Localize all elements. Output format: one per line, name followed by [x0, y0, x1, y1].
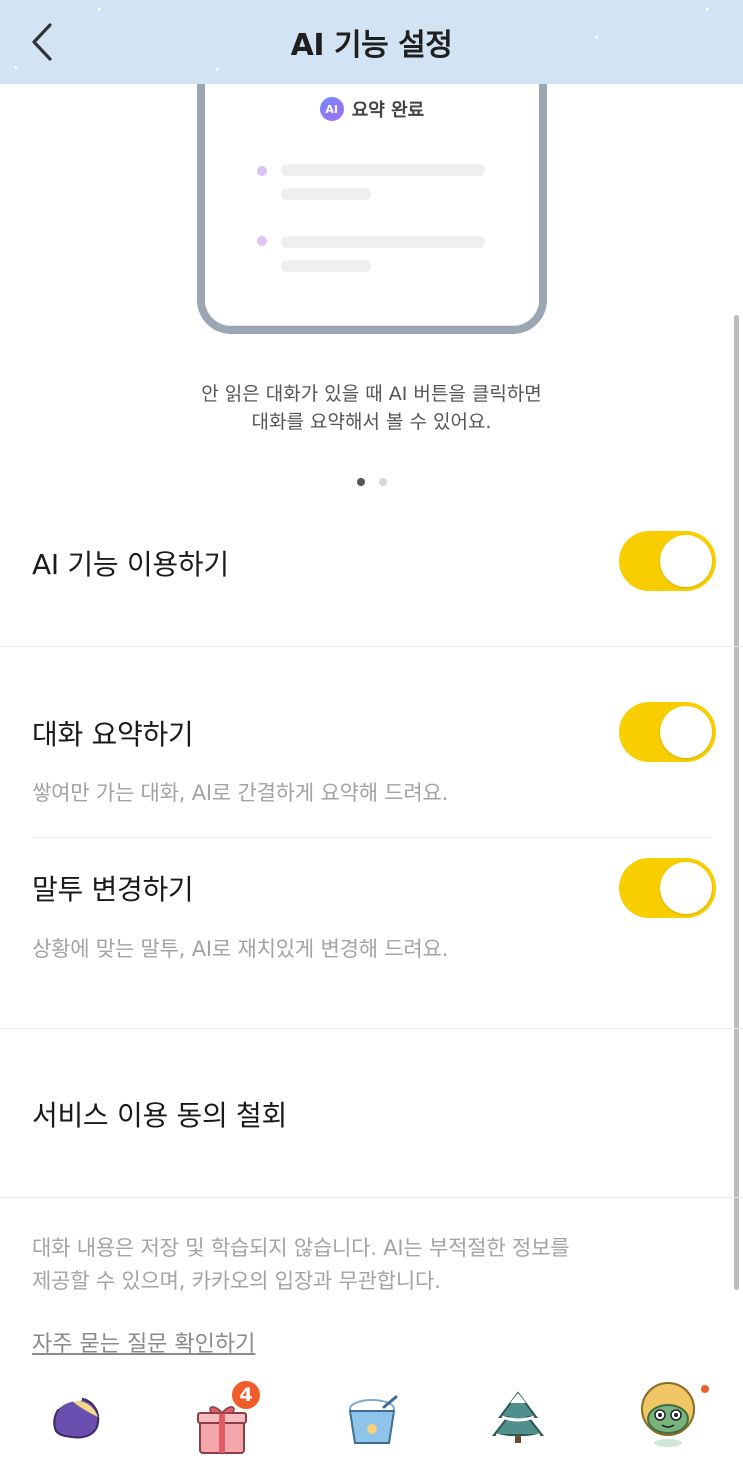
placeholder-line — [281, 260, 371, 272]
snowy-tree-icon[interactable] — [488, 1387, 548, 1447]
carousel-pager — [0, 478, 743, 486]
divider — [0, 1197, 743, 1198]
notification-badge: 4 — [230, 1379, 262, 1411]
disclaimer-note: 대화 내용은 저장 및 학습되지 않습니다. AI는 부적절한 정보를 제공할 … — [32, 1232, 692, 1298]
divider — [0, 1028, 743, 1029]
pager-dot-active[interactable] — [356, 478, 365, 486]
snow-decoration — [98, 8, 101, 11]
pager-dot[interactable] — [378, 478, 387, 486]
faq-link[interactable]: 자주 묻는 질문 확인하기 — [32, 1326, 255, 1358]
page-title: AI 기능 설정 — [290, 28, 453, 63]
character-avatar-icon[interactable] — [634, 1379, 706, 1451]
ai-badge-icon: AI — [319, 97, 344, 121]
toggle-knob — [660, 706, 712, 758]
ai-feature-toggle[interactable] — [619, 531, 716, 591]
bottom-navigation — [0, 1375, 743, 1467]
new-indicator-dot — [701, 1385, 709, 1393]
description-line: 안 읽은 대화가 있을 때 AI 버튼을 클릭하면 — [201, 383, 542, 405]
summarize-label: 대화 요약하기 — [32, 718, 194, 751]
disclaimer-line: 제공할 수 있으며, 카카오의 입장과 무관합니다. — [32, 1269, 441, 1293]
bullet-dot — [257, 236, 267, 246]
scrollbar[interactable] — [734, 315, 739, 1290]
bullet-dot — [257, 166, 267, 176]
placeholder-line — [281, 236, 485, 248]
toggle-knob — [660, 535, 712, 587]
phone-screen: AI 요약 완료 — [205, 84, 539, 326]
tone-change-label: 말투 변경하기 — [32, 873, 194, 906]
feature-description: 안 읽은 대화가 있을 때 AI 버튼을 클릭하면 대화를 요약해서 볼 수 있… — [0, 380, 743, 436]
summary-title: 요약 완료 — [351, 100, 425, 121]
tone-change-toggle[interactable] — [619, 858, 716, 918]
chevron-left-icon — [32, 23, 52, 61]
summary-header: AI 요약 완료 — [205, 96, 539, 122]
description-line: 대화를 요약해서 볼 수 있어요. — [251, 411, 492, 433]
toggle-knob — [660, 862, 712, 914]
top-app-bar: AI 기능 설정 — [0, 0, 743, 84]
disclaimer-line: 대화 내용은 저장 및 학습되지 않습니다. AI는 부적절한 정보를 — [32, 1236, 570, 1260]
snow-decoration — [216, 68, 219, 71]
sweet-potato-icon[interactable] — [46, 1387, 106, 1447]
snow-decoration — [595, 36, 598, 39]
ai-feature-label: AI 기능 이용하기 — [32, 548, 229, 581]
ice-cream-cup-icon[interactable] — [342, 1391, 402, 1451]
tone-change-description: 상황에 맞는 말투, AI로 재치있게 변경해 드려요. — [32, 937, 449, 961]
snow-decoration — [706, 8, 709, 11]
snow-decoration — [14, 66, 17, 69]
divider — [32, 837, 712, 838]
withdraw-consent-button[interactable]: 서비스 이용 동의 철회 — [32, 1094, 287, 1134]
summarize-toggle[interactable] — [619, 702, 716, 762]
summarize-description: 쌓여만 가는 대화, AI로 간결하게 요약해 드려요. — [32, 781, 449, 805]
feature-preview-phone: AI 요약 완료 — [197, 84, 547, 334]
placeholder-line — [281, 188, 371, 200]
back-button[interactable] — [22, 22, 62, 62]
placeholder-line — [281, 164, 485, 176]
divider — [0, 646, 743, 647]
